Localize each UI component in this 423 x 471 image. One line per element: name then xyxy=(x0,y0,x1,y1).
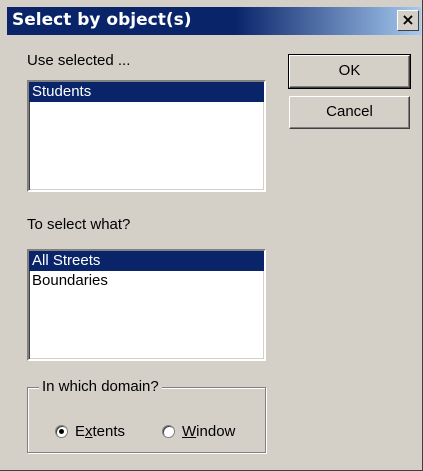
close-icon: × xyxy=(401,10,415,29)
close-button[interactable]: × xyxy=(397,10,419,31)
domain-groupbox: In which domain? Extents Window xyxy=(27,378,266,453)
extents-radio-label[interactable]: Extents xyxy=(75,423,125,440)
list-item[interactable]: Boundaries xyxy=(29,271,264,291)
select-what-label: To select what? xyxy=(27,216,131,233)
window-radio[interactable]: Window xyxy=(162,423,235,440)
radio-button-icon[interactable] xyxy=(162,425,175,438)
dialog-title: Select by object(s) xyxy=(12,10,192,30)
cancel-button[interactable]: Cancel xyxy=(289,96,410,129)
radio-button-icon[interactable] xyxy=(55,425,68,438)
select-by-objects-dialog: Select by object(s) × Use selected ... S… xyxy=(0,0,423,471)
extents-radio[interactable]: Extents xyxy=(55,423,125,440)
use-selected-listbox[interactable]: Students xyxy=(27,80,266,192)
domain-group-label: In which domain? xyxy=(39,378,162,395)
list-item[interactable]: Students xyxy=(29,82,264,102)
ok-button[interactable]: OK xyxy=(288,54,411,89)
use-selected-label: Use selected ... xyxy=(27,52,131,69)
title-bar[interactable]: Select by object(s) × xyxy=(7,7,421,35)
select-what-listbox[interactable]: All Streets Boundaries xyxy=(27,249,266,361)
radio-checked-dot xyxy=(59,429,64,434)
window-radio-label[interactable]: Window xyxy=(182,423,235,440)
list-item[interactable]: All Streets xyxy=(29,251,264,271)
